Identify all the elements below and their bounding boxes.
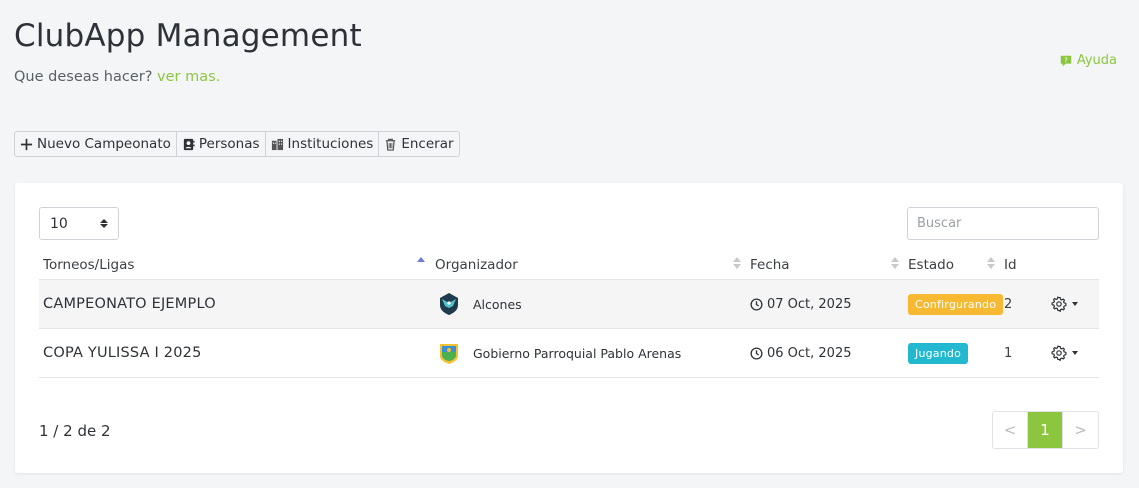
page-size-value: 10 bbox=[50, 215, 68, 232]
help-label: Ayuda bbox=[1076, 53, 1117, 68]
page-title: ClubApp Management bbox=[14, 18, 362, 54]
plus-icon bbox=[20, 138, 33, 150]
page-size-select[interactable]: 10 bbox=[39, 207, 119, 240]
prev-page-button[interactable]: < bbox=[993, 412, 1028, 448]
new-championship-label: Nuevo Campeonato bbox=[37, 136, 171, 152]
chevron-down-icon bbox=[1072, 302, 1078, 306]
date-cell: 06 Oct, 2025 bbox=[750, 329, 852, 377]
table-row[interactable]: CAMPEONATO EJEMPLO Alcones 07 Oct, 2025 … bbox=[39, 280, 1099, 329]
see-more-link[interactable]: ver mas. bbox=[157, 69, 220, 85]
gear-icon bbox=[1051, 345, 1067, 361]
sort-icon[interactable] bbox=[987, 257, 995, 269]
status-cell: Jugando bbox=[908, 329, 969, 377]
reset-button[interactable]: Encerar bbox=[379, 132, 458, 156]
tournament-name[interactable]: CAMPEONATO EJEMPLO bbox=[43, 280, 216, 328]
alcones-logo-icon bbox=[440, 293, 458, 315]
svg-text:?: ? bbox=[1064, 56, 1068, 64]
institutions-button[interactable]: Instituciones bbox=[266, 132, 380, 156]
date-value: 06 Oct, 2025 bbox=[767, 345, 852, 361]
people-button[interactable]: Personas bbox=[177, 132, 266, 156]
next-page-button[interactable]: > bbox=[1063, 412, 1098, 448]
pagination: < 1 > bbox=[992, 411, 1099, 449]
clock-icon bbox=[750, 297, 763, 311]
search-input[interactable] bbox=[907, 207, 1099, 240]
people-label: Personas bbox=[198, 136, 260, 152]
gobierno-parroquial-logo-icon bbox=[440, 344, 458, 364]
column-header-name[interactable]: Torneos/Ligas bbox=[43, 257, 134, 273]
page-button-1[interactable]: 1 bbox=[1028, 412, 1063, 448]
table-header: Torneos/Ligas Organizador Fecha Estado I… bbox=[39, 249, 1099, 280]
column-header-organizer[interactable]: Organizador bbox=[435, 257, 518, 273]
new-championship-button[interactable]: Nuevo Campeonato bbox=[15, 132, 177, 156]
column-header-status[interactable]: Estado bbox=[908, 257, 954, 273]
date-value: 07 Oct, 2025 bbox=[767, 296, 852, 312]
select-caret-icon bbox=[100, 219, 108, 228]
column-header-id[interactable]: Id bbox=[1004, 257, 1017, 273]
help-icon: ? bbox=[1060, 55, 1072, 66]
id-value: 2 bbox=[1004, 296, 1013, 312]
row-settings-dropdown[interactable] bbox=[1051, 329, 1078, 377]
gear-icon bbox=[1051, 296, 1067, 312]
clock-icon bbox=[750, 346, 763, 360]
column-header-date[interactable]: Fecha bbox=[750, 257, 790, 273]
id-value: 1 bbox=[1004, 345, 1013, 361]
action-toolbar: Nuevo Campeonato Personas Instituciones … bbox=[14, 131, 460, 157]
subtitle-text: Que deseas hacer? bbox=[14, 69, 153, 85]
chevron-down-icon bbox=[1072, 351, 1078, 355]
reset-label: Encerar bbox=[401, 136, 454, 152]
organizer-name: Alcones bbox=[473, 296, 522, 312]
help-link[interactable]: ? Ayuda bbox=[1059, 53, 1117, 68]
organizer-cell: Alcones bbox=[437, 280, 522, 328]
row-settings-dropdown[interactable] bbox=[1051, 280, 1078, 328]
status-badge: Confirgurando bbox=[908, 293, 1004, 315]
tournaments-table: Torneos/Ligas Organizador Fecha Estado I… bbox=[39, 249, 1099, 378]
institutions-label: Instituciones bbox=[287, 136, 374, 152]
trash-icon bbox=[386, 138, 396, 151]
table-row[interactable]: COPA YULISSA I 2025 Gobierno Parroquial … bbox=[39, 329, 1099, 378]
buildings-icon bbox=[271, 138, 283, 150]
tournaments-card: 10 Torneos/Ligas Organizador Fecha Estad… bbox=[15, 183, 1123, 473]
status-badge: Jugando bbox=[908, 342, 969, 364]
date-cell: 07 Oct, 2025 bbox=[750, 280, 852, 328]
page-subtitle: Que deseas hacer? ver mas. bbox=[14, 69, 220, 85]
pagination-info: 1 / 2 de 2 bbox=[39, 422, 111, 440]
contact-book-icon bbox=[183, 138, 195, 150]
tournament-name[interactable]: COPA YULISSA I 2025 bbox=[43, 329, 202, 377]
sort-icon[interactable] bbox=[733, 257, 741, 269]
sort-asc-icon[interactable] bbox=[417, 257, 425, 269]
status-cell: Confirgurando bbox=[908, 280, 1004, 328]
organizer-name: Gobierno Parroquial Pablo Arenas bbox=[473, 345, 682, 361]
sort-icon[interactable] bbox=[891, 257, 899, 269]
organizer-cell: Gobierno Parroquial Pablo Arenas bbox=[437, 329, 681, 377]
